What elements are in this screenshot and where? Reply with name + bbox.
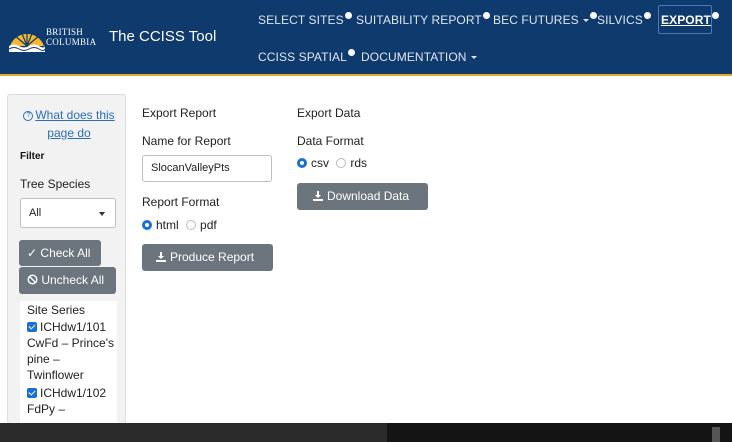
site-series-item[interactable]: ICHdw1/102 FdPy – — [27, 385, 115, 417]
check-all-button[interactable]: ✓ Check All — [19, 240, 101, 266]
help-link[interactable]: ? What does this page do — [18, 106, 120, 142]
radio-html[interactable]: html — [142, 218, 179, 232]
export-report-heading: Export Report — [142, 106, 217, 120]
radio-rds-label: rds — [350, 156, 368, 170]
nav-label: SELECT SITES — [258, 13, 344, 27]
logo-line-2: COLUMBIA — [46, 37, 97, 47]
uncheck-all-label: Uncheck All — [41, 273, 105, 287]
data-format-label: Data Format — [297, 134, 364, 148]
badge-dot-icon — [711, 12, 719, 19]
download-icon — [156, 252, 166, 262]
question-circle-icon: ? — [23, 110, 34, 121]
download-data-button[interactable]: Download Data — [297, 183, 428, 210]
nav-label: DOCUMENTATION — [361, 50, 467, 64]
badge-dot-icon — [347, 49, 355, 56]
caret-down-icon — [470, 56, 477, 60]
download-data-label: Download Data — [327, 189, 410, 203]
report-name-label: Name for Report — [142, 134, 231, 148]
nav-suitability-report[interactable]: SUITABILITY REPORT — [356, 12, 490, 27]
nav-label: CCISS SPATIAL — [258, 50, 347, 64]
radio-pdf-label: pdf — [200, 218, 217, 232]
badge-dot-icon — [589, 12, 597, 19]
download-icon — [313, 191, 323, 201]
produce-report-button[interactable]: Produce Report — [142, 244, 273, 271]
radio-pdf[interactable]: pdf — [186, 218, 217, 232]
site-series-label: Site Series — [27, 303, 86, 317]
site-series-item-label: ICHdw1/102 FdPy – — [27, 386, 107, 416]
filter-label: Filter — [20, 151, 45, 162]
site-series-item-label: ICHdw1/101 CwFd – Prince's pine – Twinfl… — [27, 320, 114, 382]
nav-silvics[interactable]: SILVICS — [597, 12, 651, 27]
radio-unselected-icon — [186, 220, 197, 230]
tree-species-value: All — [29, 207, 42, 219]
site-series-item[interactable]: ICHdw1/101 CwFd – Prince's pine – Twinfl… — [27, 319, 115, 383]
checkmark-icon: ✓ — [27, 246, 38, 260]
checkbox-checked-icon[interactable] — [27, 388, 37, 398]
radio-html-label: html — [156, 218, 179, 232]
tree-species-select[interactable]: All — [20, 198, 116, 228]
check-all-label: Check All — [40, 246, 91, 260]
nav-select-sites[interactable]: SELECT SITES — [258, 12, 352, 27]
radio-csv-label: csv — [311, 156, 329, 170]
export-data-heading: Export Data — [297, 106, 361, 120]
bottom-taskbar — [0, 423, 732, 442]
produce-report-label: Produce Report — [170, 250, 255, 264]
report-name-input[interactable]: SlocanValleyPts — [142, 155, 272, 182]
badge-dot-icon — [482, 12, 490, 19]
site-series-panel: Site Series ICHdw1/101 CwFd – Prince's p… — [20, 301, 117, 423]
nav-label: BEC FUTURES — [493, 13, 579, 27]
nav-label: SILVICS — [597, 13, 643, 27]
checkbox-checked-icon[interactable] — [27, 322, 37, 332]
radio-csv[interactable]: csv — [297, 156, 329, 170]
help-link-label: What does this page do — [35, 108, 115, 140]
badge-dot-icon — [643, 12, 651, 19]
radio-selected-icon — [142, 220, 152, 230]
taskbar-segment — [387, 423, 732, 442]
logo-text: BRITISH COLUMBIA — [46, 27, 96, 47]
nav-cciss-spatial[interactable]: CCISS SPATIAL — [258, 49, 355, 64]
top-navbar: BRITISH COLUMBIA The CCISS Tool SELECT S… — [0, 0, 732, 76]
report-format-label: Report Format — [142, 195, 220, 209]
caret-down-icon — [582, 19, 589, 23]
filter-sidebar: ? What does this page do Filter Tree Spec… — [7, 94, 126, 424]
radio-unselected-icon — [336, 158, 347, 168]
radio-selected-icon — [297, 158, 307, 168]
badge-dot-icon — [344, 12, 352, 19]
scrollbar-stub[interactable] — [712, 427, 720, 442]
data-format-radio-group: csv rds — [297, 156, 367, 170]
radio-rds[interactable]: rds — [336, 156, 367, 170]
nav-bec-futures[interactable]: BEC FUTURES — [493, 12, 597, 27]
nav-documentation[interactable]: DOCUMENTATION — [361, 50, 477, 64]
app-title[interactable]: The CCISS Tool — [109, 28, 216, 45]
uncheck-all-button[interactable]: Uncheck All — [19, 267, 116, 294]
report-format-radio-group: html pdf — [142, 218, 217, 232]
nav-label: EXPORT — [661, 13, 711, 27]
caret-down-icon — [99, 212, 105, 216]
logo-line-1: BRITISH — [46, 27, 84, 37]
nav-export[interactable]: EXPORT — [661, 12, 719, 27]
tree-species-label: Tree Species — [20, 177, 91, 191]
nav-label: SUITABILITY REPORT — [356, 13, 482, 27]
ban-icon — [27, 274, 38, 285]
